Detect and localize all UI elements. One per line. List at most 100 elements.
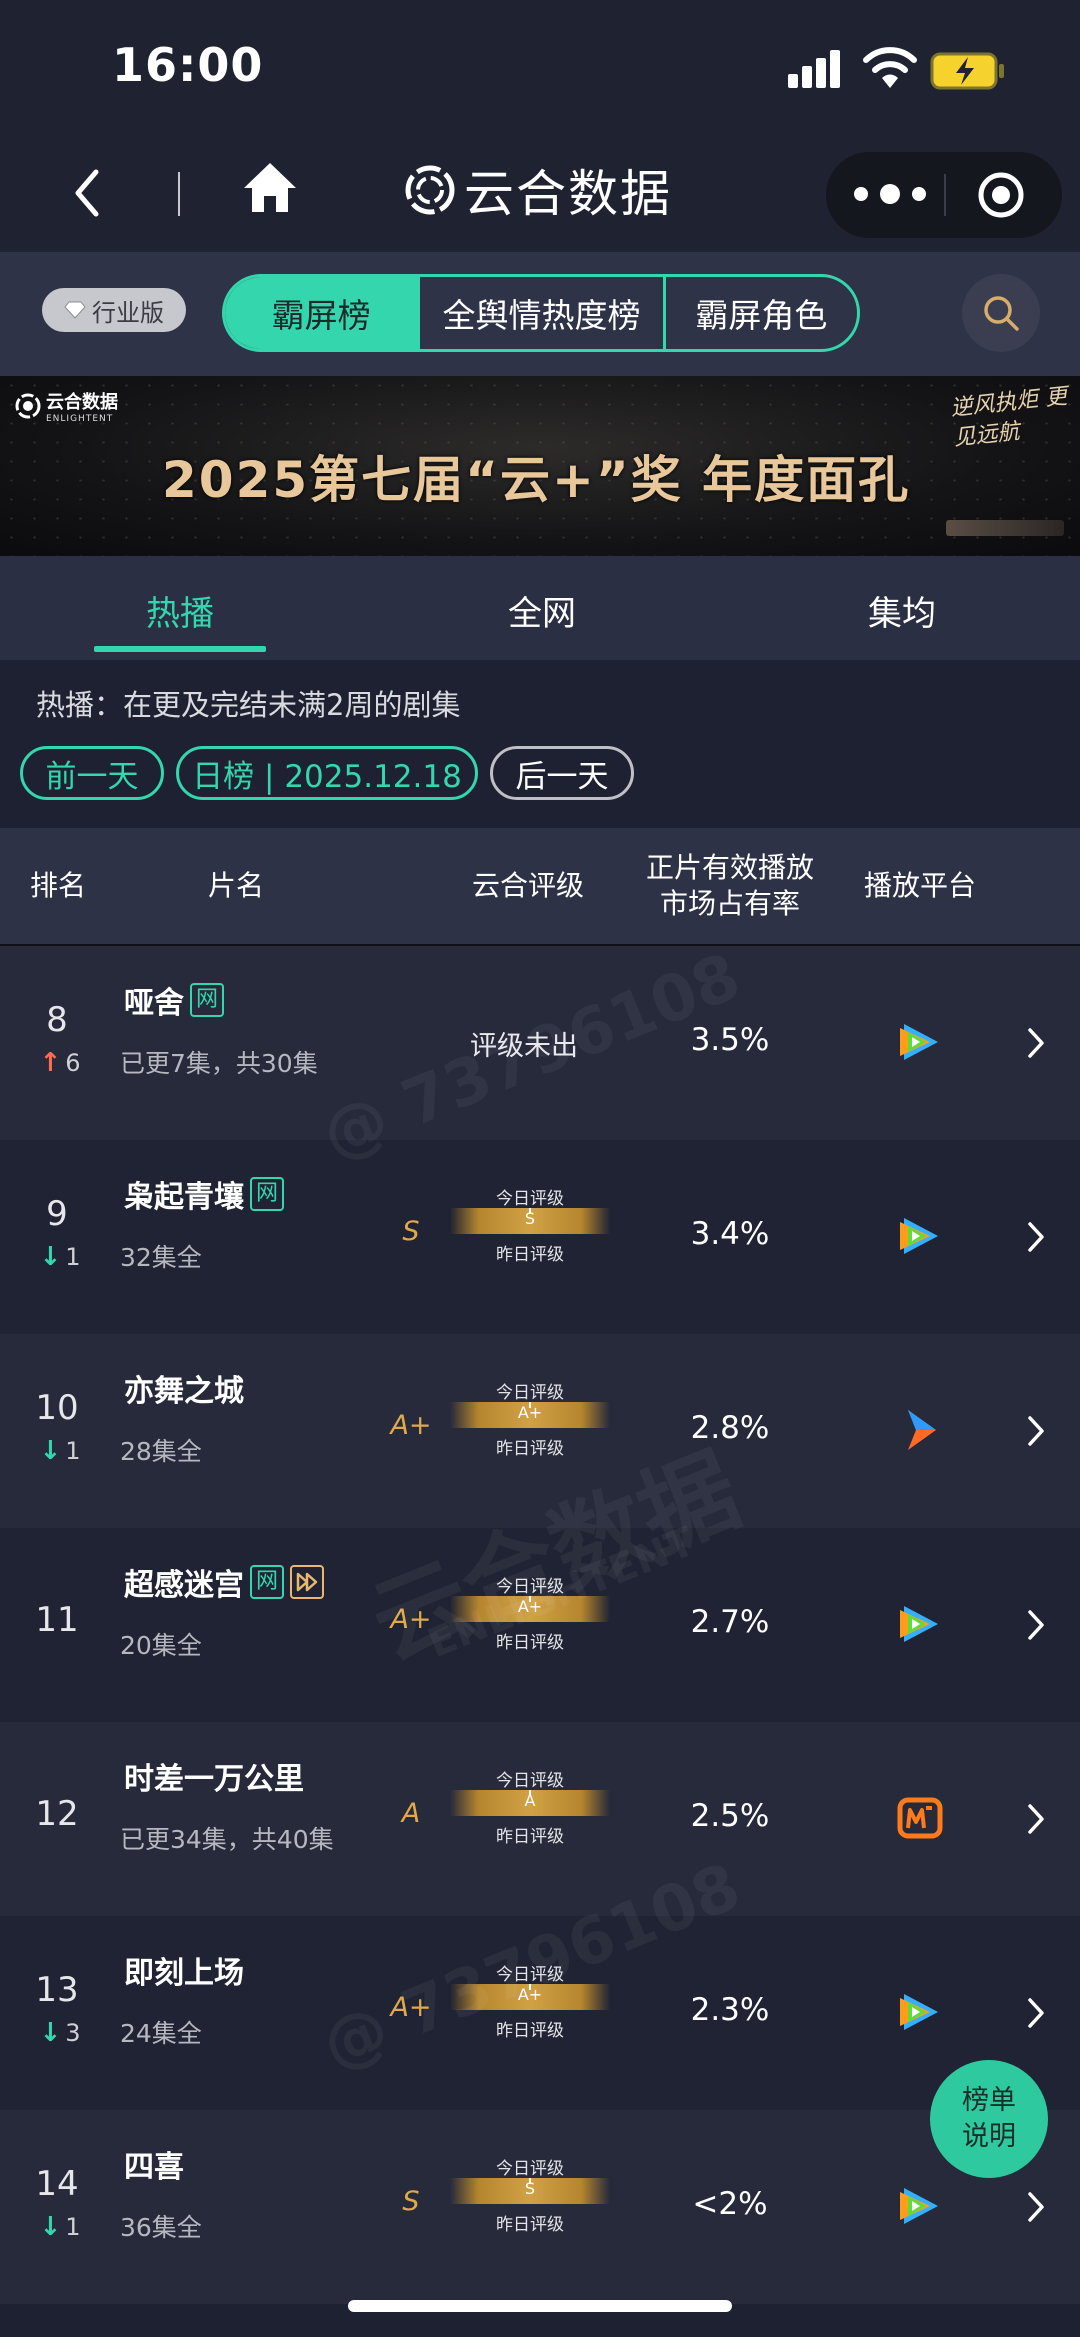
rank-change-value: 1 xyxy=(65,1437,81,1465)
rank-number: 11 xyxy=(35,1600,79,1640)
award-banner[interactable]: 云合数据 ENLIGHTENT 2025第七届“云+”奖 年度面孔 逆风执炬 更… xyxy=(0,376,1080,556)
fab-line1: 榜单 xyxy=(962,2085,1016,2116)
grade-bar: A xyxy=(450,1790,610,1816)
grade-bar-value: S xyxy=(524,2179,536,2198)
chevron-right-icon[interactable] xyxy=(1024,1220,1048,1254)
title-divider xyxy=(178,172,180,216)
grade-bar-value: A xyxy=(524,1791,536,1810)
tab-all-network[interactable]: 全网 xyxy=(508,586,576,635)
table-header: 排名 片名 云合评级 正片有效播放 市场占有率 播放平台 xyxy=(0,828,1080,946)
chevron-right-icon[interactable] xyxy=(1024,1608,1048,1642)
list-tabs: 热播 全网 集均 xyxy=(0,556,1080,660)
episode-info: 28集全 xyxy=(120,1437,202,1466)
segment-quanyuqing[interactable]: 全舆情热度榜 xyxy=(417,277,663,349)
drama-title: 超感迷宫 xyxy=(124,1568,244,1603)
edition-badge[interactable]: 行业版 xyxy=(42,288,186,332)
episode-info: 已更34集，共40集 xyxy=(120,1825,334,1854)
fab-line2: 说明 xyxy=(962,2121,1016,2152)
table-row[interactable]: 14 ↓ 1 四喜 36集全 S 今日评级 S 昨日评级 <2% xyxy=(0,2110,1080,2304)
next-day-button[interactable]: 后一天 xyxy=(490,746,634,800)
tencent-video-icon[interactable] xyxy=(896,2182,944,2230)
tab-hot[interactable]: 热播 xyxy=(146,586,214,635)
rank-change: ↓ 3 xyxy=(30,2018,90,2048)
drama-title: 四喜 xyxy=(124,2150,184,2185)
drama-title: 哑舍 xyxy=(124,986,184,1021)
ranking-type-segment: 霸屏榜 全舆情热度榜 霸屏角色 xyxy=(222,274,860,352)
yesterday-grade-label: 昨日评级 xyxy=(496,1633,564,1653)
prev-day-button[interactable]: 前一天 xyxy=(20,746,164,800)
grade-letter: A+ xyxy=(390,1604,432,1635)
rank-number: 12 xyxy=(35,1794,79,1834)
today-grade-label: 今日评级 xyxy=(496,1189,564,1209)
arrow-down-icon: ↓ xyxy=(39,1436,62,1466)
chevron-right-icon[interactable] xyxy=(1024,2190,1048,2224)
title-bar: 云合数据 xyxy=(0,130,1080,252)
tencent-video-icon[interactable] xyxy=(896,1212,944,1260)
diamond-icon xyxy=(64,301,86,319)
table-row[interactable]: 10 ↓ 1 亦舞之城 28集全 A+ 今日评级 A+ 昨日评级 2.8% xyxy=(0,1334,1080,1528)
drama-title-group: 时差一万公里 xyxy=(124,1754,304,1798)
grade-bar-value: S xyxy=(524,1209,536,1228)
segment-bapingjuese[interactable]: 霸屏角色 xyxy=(662,277,857,349)
header-platform: 播放平台 xyxy=(863,869,976,902)
home-icon[interactable] xyxy=(242,160,298,214)
back-arrow-icon[interactable] xyxy=(68,168,108,218)
market-share: 3.5% xyxy=(690,1022,770,1058)
more-options-icon[interactable] xyxy=(854,174,926,214)
market-share: 3.4% xyxy=(690,1216,770,1252)
table-row[interactable]: 8 ↑ 6 哑舍网已更7集，共30集 评级未出 3.5% xyxy=(0,946,1080,1140)
yesterday-grade-label: 昨日评级 xyxy=(496,2021,564,2041)
drama-title: 亦舞之城 xyxy=(124,1374,244,1409)
ranking-info-fab[interactable]: 榜单 说明 xyxy=(930,2060,1048,2178)
rank-change: ↓ 1 xyxy=(30,1436,90,1466)
chevron-right-icon[interactable] xyxy=(1024,1414,1048,1448)
episode-info: 20集全 xyxy=(120,1631,202,1660)
network-drama-tag: 网 xyxy=(190,983,224,1017)
grade-bar-value: A+ xyxy=(517,1985,543,2004)
drama-title: 枭起青壤 xyxy=(124,1180,244,1215)
youku-icon[interactable] xyxy=(896,1406,944,1454)
mango-tv-icon[interactable] xyxy=(896,1794,944,1842)
grade-bar-value: A+ xyxy=(517,1403,543,1422)
header-grade: 云合评级 xyxy=(471,869,584,902)
tab-episode-avg[interactable]: 集均 xyxy=(868,586,936,635)
chevron-right-icon[interactable] xyxy=(1024,1996,1048,2030)
tencent-video-icon[interactable] xyxy=(896,1600,944,1648)
battery-charging-icon xyxy=(930,52,1004,90)
arrow-down-icon: ↓ xyxy=(39,2212,62,2242)
rank-change-value: 1 xyxy=(65,2213,81,2241)
table-row[interactable]: 13 ↓ 3 即刻上场 24集全 A+ 今日评级 A+ 昨日评级 2.3% xyxy=(0,1916,1080,2110)
drama-title-group: 四喜 xyxy=(124,2142,184,2186)
rank-number: 9 xyxy=(46,1194,68,1234)
grade-letter: S xyxy=(402,1216,420,1247)
grade-letter: A xyxy=(401,1798,421,1829)
segment-bapingbang[interactable]: 霸屏榜 xyxy=(225,277,418,349)
grade-bar: A+ xyxy=(450,1984,610,2010)
chevron-right-icon[interactable] xyxy=(1024,1802,1048,1836)
date-selector[interactable]: 日榜 | 2025.12.18 xyxy=(176,746,478,800)
edition-label: 行业版 xyxy=(92,298,164,327)
table-row[interactable]: 12 时差一万公里 已更34集，共40集 A 今日评级 A 昨日评级 2.5% xyxy=(0,1722,1080,1916)
rank-change-value: 3 xyxy=(65,2019,81,2047)
close-miniprogram-icon[interactable] xyxy=(976,170,1026,220)
grade-bar: A+ xyxy=(450,1402,610,1428)
header-share-line2: 市场占有率 xyxy=(659,887,800,920)
search-icon xyxy=(984,296,1019,331)
tencent-video-icon[interactable] xyxy=(896,1988,944,2036)
today-grade-label: 今日评级 xyxy=(496,1965,564,1985)
search-button[interactable] xyxy=(962,274,1040,352)
table-row[interactable]: 11 超感迷宫网 20集全 A+ 今日评级 A+ 昨日评级 2.7% xyxy=(0,1528,1080,1722)
today-grade-label: 今日评级 xyxy=(496,1771,564,1791)
table-row[interactable]: 9 ↓ 1 枭起青壤网 32集全 S 今日评级 S 昨日评级 3.4% xyxy=(0,1140,1080,1334)
arrow-down-icon: ↓ xyxy=(39,2018,62,2048)
rank-number: 14 xyxy=(35,2164,79,2204)
banner-decoration xyxy=(946,520,1064,536)
rank-number: 8 xyxy=(46,1000,68,1040)
today-grade-label: 今日评级 xyxy=(496,1577,564,1597)
yesterday-grade-label: 昨日评级 xyxy=(496,1827,564,1847)
today-grade-label: 今日评级 xyxy=(496,1383,564,1403)
arrow-down-icon: ↓ xyxy=(39,1242,62,1272)
grade-bar-value: A+ xyxy=(517,1597,543,1616)
tencent-video-icon[interactable] xyxy=(896,1018,944,1066)
chevron-right-icon[interactable] xyxy=(1024,1026,1048,1060)
